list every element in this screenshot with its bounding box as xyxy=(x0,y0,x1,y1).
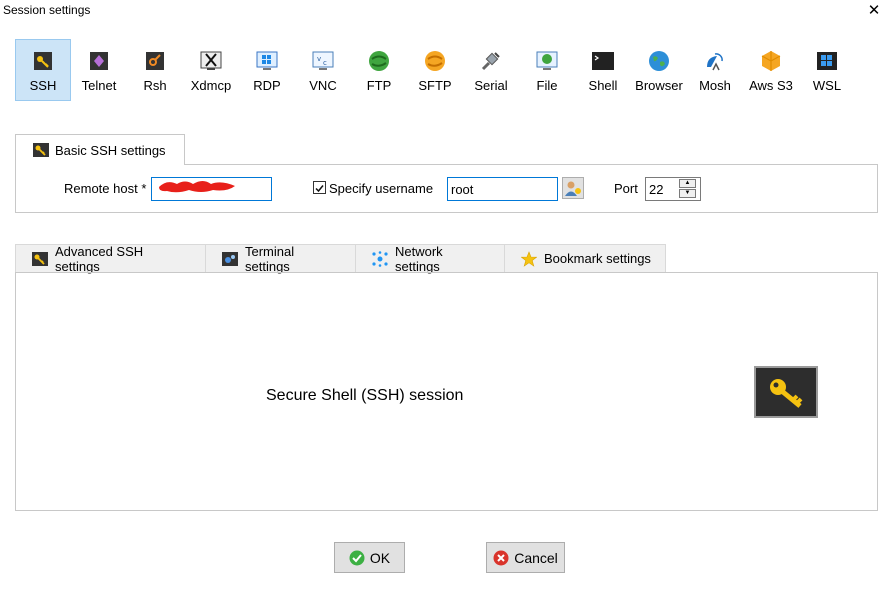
protocol-label: WSL xyxy=(812,78,842,93)
protocol-serial[interactable]: Serial xyxy=(463,39,519,101)
tab-terminal-settings[interactable]: Terminal settings xyxy=(205,243,356,274)
rdp-icon xyxy=(256,50,278,72)
username-input[interactable] xyxy=(447,177,558,201)
tab-label: Terminal settings xyxy=(245,243,295,274)
chevron-up-icon[interactable]: ▲ xyxy=(679,179,696,188)
rsh-icon xyxy=(144,50,166,72)
protocol-label: Rsh xyxy=(143,78,167,93)
protocol-label: SFTP xyxy=(418,78,452,93)
user-icon xyxy=(565,181,581,196)
tab-bookmark-settings[interactable]: Bookmark settings xyxy=(504,244,666,272)
session-description: Secure Shell (SSH) session xyxy=(266,387,464,404)
telnet-icon xyxy=(88,50,110,72)
specify-username-label: Specify username xyxy=(329,181,434,196)
port-label: Port xyxy=(614,181,638,196)
aws-s3-icon xyxy=(760,50,782,72)
protocol-rsh[interactable]: Rsh xyxy=(127,39,183,101)
shell-icon xyxy=(592,50,614,72)
key-icon xyxy=(33,143,49,157)
protocol-shell[interactable]: Shell xyxy=(575,39,631,101)
protocol-vnc[interactable]: vc VNC xyxy=(295,39,351,101)
protocol-toolbar: SSH Telnet Rsh Xdmcp RDP vc VNC FTP SFTP… xyxy=(15,39,855,101)
protocol-sftp[interactable]: SFTP xyxy=(407,39,463,101)
protocol-label: Serial xyxy=(474,78,508,93)
tab-label: Basic SSH settings xyxy=(55,142,166,158)
terminal-icon xyxy=(222,251,238,266)
checkmark-icon xyxy=(315,185,324,193)
protocol-label: Xdmcp xyxy=(190,78,232,93)
remote-host-label: Remote host * xyxy=(64,181,147,196)
protocol-ftp[interactable]: FTP xyxy=(351,39,407,101)
protocol-mosh[interactable]: Mosh xyxy=(687,39,743,101)
protocol-browser[interactable]: Browser xyxy=(631,39,687,101)
protocol-ssh[interactable]: SSH xyxy=(15,39,71,101)
protocol-label: VNC xyxy=(309,78,337,93)
settings-tabs: Advanced SSH settings Terminal settings … xyxy=(15,243,666,274)
protocol-wsl[interactable]: WSL xyxy=(799,39,855,101)
tab-label: Bookmark settings xyxy=(544,251,651,266)
ssh-key-icon xyxy=(754,366,818,418)
ssh-icon xyxy=(32,50,54,72)
protocol-label: FTP xyxy=(366,78,392,93)
protocol-label: File xyxy=(536,78,558,93)
ok-label: OK xyxy=(369,549,391,566)
port-spinner[interactable]: ▲ ▼ xyxy=(679,179,699,199)
cancel-button[interactable]: Cancel xyxy=(486,542,565,573)
protocol-label: Aws S3 xyxy=(749,78,793,93)
protocol-aws-s3[interactable]: Aws S3 xyxy=(743,39,799,101)
browser-icon xyxy=(648,50,670,72)
protocol-label: Telnet xyxy=(81,78,117,93)
cancel-label: Cancel xyxy=(514,549,558,566)
vnc-icon: vc xyxy=(312,50,334,72)
redaction-mark xyxy=(159,181,235,193)
key-icon xyxy=(32,251,48,266)
protocol-file[interactable]: File xyxy=(519,39,575,101)
sftp-icon xyxy=(424,50,446,72)
serial-icon xyxy=(480,50,502,72)
protocol-xdmcp[interactable]: Xdmcp xyxy=(183,39,239,101)
wsl-icon xyxy=(816,50,838,72)
protocol-label: Mosh xyxy=(699,78,731,93)
star-icon xyxy=(521,250,537,267)
ftp-icon xyxy=(368,50,390,72)
tab-label: Advanced SSH settings xyxy=(55,243,144,274)
svg-text:c: c xyxy=(323,59,327,67)
close-icon[interactable]: ✕ xyxy=(864,1,884,21)
window-title: Session settings xyxy=(3,3,91,17)
cancel-icon xyxy=(493,550,509,566)
mosh-icon xyxy=(704,50,726,72)
tab-network-settings[interactable]: Network settings xyxy=(355,243,505,274)
title-bar: Session settings ✕ xyxy=(0,0,890,22)
chevron-down-icon[interactable]: ▼ xyxy=(679,189,696,198)
protocol-label: SSH xyxy=(29,78,57,93)
ok-button[interactable]: OK xyxy=(334,542,405,573)
protocol-label: Browser xyxy=(635,78,683,93)
specify-username-checkbox[interactable] xyxy=(313,181,326,194)
file-icon xyxy=(536,50,558,72)
protocol-label: RDP xyxy=(253,78,281,93)
ok-icon xyxy=(349,550,365,566)
user-picker-button[interactable] xyxy=(562,177,584,199)
protocol-label: Shell xyxy=(588,78,618,93)
tab-advanced-ssh-settings[interactable]: Advanced SSH settings xyxy=(15,243,206,274)
svg-text:v: v xyxy=(317,55,321,63)
xdmcp-icon xyxy=(200,50,222,72)
protocol-telnet[interactable]: Telnet xyxy=(71,39,127,101)
protocol-rdp[interactable]: RDP xyxy=(239,39,295,101)
tab-basic-ssh-settings[interactable]: Basic SSH settings xyxy=(15,134,185,165)
tab-label: Network settings xyxy=(395,243,443,274)
network-icon xyxy=(372,250,388,267)
